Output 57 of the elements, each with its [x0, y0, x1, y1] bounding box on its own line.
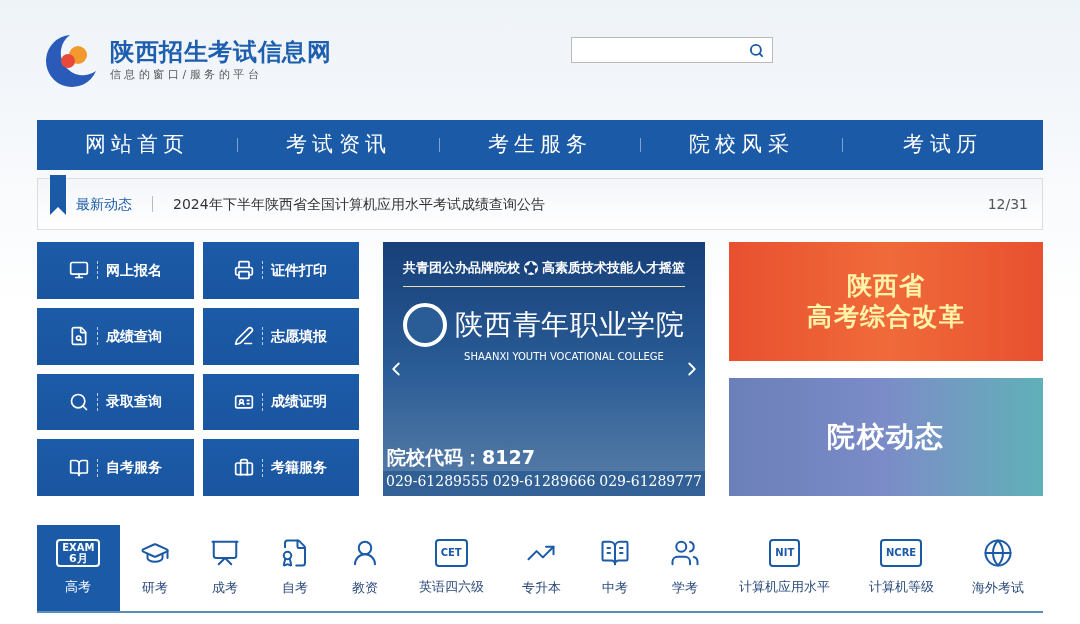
headline-date: 12/31 [987, 194, 1028, 214]
service-button[interactable]: 成绩证明 [202, 373, 359, 431]
exam-tab[interactable]: 研考 [119, 525, 190, 611]
exam-tab[interactable]: 中考 [580, 525, 651, 611]
service-button[interactable]: 考籍服务 [202, 439, 359, 496]
ad-slogan: 共青团公办品牌院校 [403, 259, 520, 277]
monitor-icon: NIT [769, 539, 801, 568]
service-button[interactable]: 自考服务 [37, 439, 194, 496]
nav-link[interactable]: 院校风采 [641, 129, 842, 161]
phone-number: 029-61289666 [492, 472, 596, 491]
exam-tab[interactable]: 专升本 [502, 525, 581, 611]
monitor-icon [68, 260, 89, 281]
service-button[interactable]: 证件打印 [202, 242, 359, 299]
bookmark-icon [50, 175, 66, 215]
banner-title: 院校动态 [827, 419, 945, 455]
search-field[interactable] [571, 37, 774, 63]
pen-icon [234, 326, 255, 347]
ad-slogan: 高素质技术技能人才摇篮 [542, 259, 685, 277]
banner-title: 高考综合改革 [807, 301, 965, 333]
exam-tab[interactable]: EXAM 6月 高考 [37, 525, 120, 611]
college-name: 陕西青年职业学院 [455, 306, 685, 343]
book-icon [68, 457, 89, 478]
banner-title: 陕西省 [846, 270, 926, 302]
college-code: 院校代码：8127 [386, 444, 536, 470]
service-button[interactable]: 网上报名 [37, 242, 194, 299]
exam-tab[interactable]: 教资 [329, 525, 400, 611]
ticker-label: 最新动态 [76, 194, 132, 214]
exam-tab[interactable]: 自考 [259, 525, 330, 611]
star-icon [524, 260, 538, 275]
monitor-icon: CET [434, 539, 468, 568]
college-english-name: SHAANXI YOUTH VOCATIONAL COLLEGE [464, 349, 664, 364]
exam-tab[interactable]: 学考 [650, 525, 721, 611]
exam-tab[interactable]: CET 英语四六级 [399, 525, 503, 611]
search-icon [68, 391, 89, 412]
phone-number: 029-61289777 [599, 472, 702, 491]
exam-tab[interactable]: 成考 [189, 525, 260, 611]
service-button[interactable]: 录取查询 [37, 373, 194, 431]
phone-number: 029-61289555 [386, 472, 489, 491]
headline-link[interactable]: 2024年下半年陕西省全国计算机应用水平考试成绩查询公告 [173, 193, 545, 215]
nav-link[interactable]: 考试历 [842, 129, 1044, 161]
college-ad-banner[interactable]: 共青团公办品牌院校 高素质技术技能人才摇篮 陕西青年职业学院 SHAANXI YOUTH VOCATIONAL COLLEGE 院校代码：8127 029-61289555 029-61289666 029-61289777 [383, 242, 705, 496]
nav-link[interactable]: 考生服务 [439, 129, 641, 161]
calendar-icon: EXAM 6月 [56, 539, 101, 568]
briefcase-icon [234, 457, 255, 478]
nav-link[interactable]: 考试资讯 [238, 129, 439, 161]
service-button[interactable]: 成绩查询 [37, 307, 194, 365]
printer-icon [234, 260, 255, 281]
site-title: 陕西招生考试信息网 [110, 36, 332, 67]
nav-link[interactable]: 网站首页 [37, 129, 238, 161]
exam-tab[interactable]: NIT 计算机应用水平 [720, 525, 850, 611]
service-button[interactable]: 志愿填报 [202, 307, 359, 365]
exam-tab[interactable]: 海外考试 [952, 525, 1043, 611]
search-icon[interactable] [749, 42, 765, 58]
site-slogan: 信 息 的 窗 口 / 服 务 的 平 台 [110, 66, 260, 83]
monitor-icon: NCRE [879, 539, 923, 568]
globe-icon [982, 538, 1013, 569]
exam-tab[interactable]: NCRE 计算机等级 [849, 525, 953, 611]
